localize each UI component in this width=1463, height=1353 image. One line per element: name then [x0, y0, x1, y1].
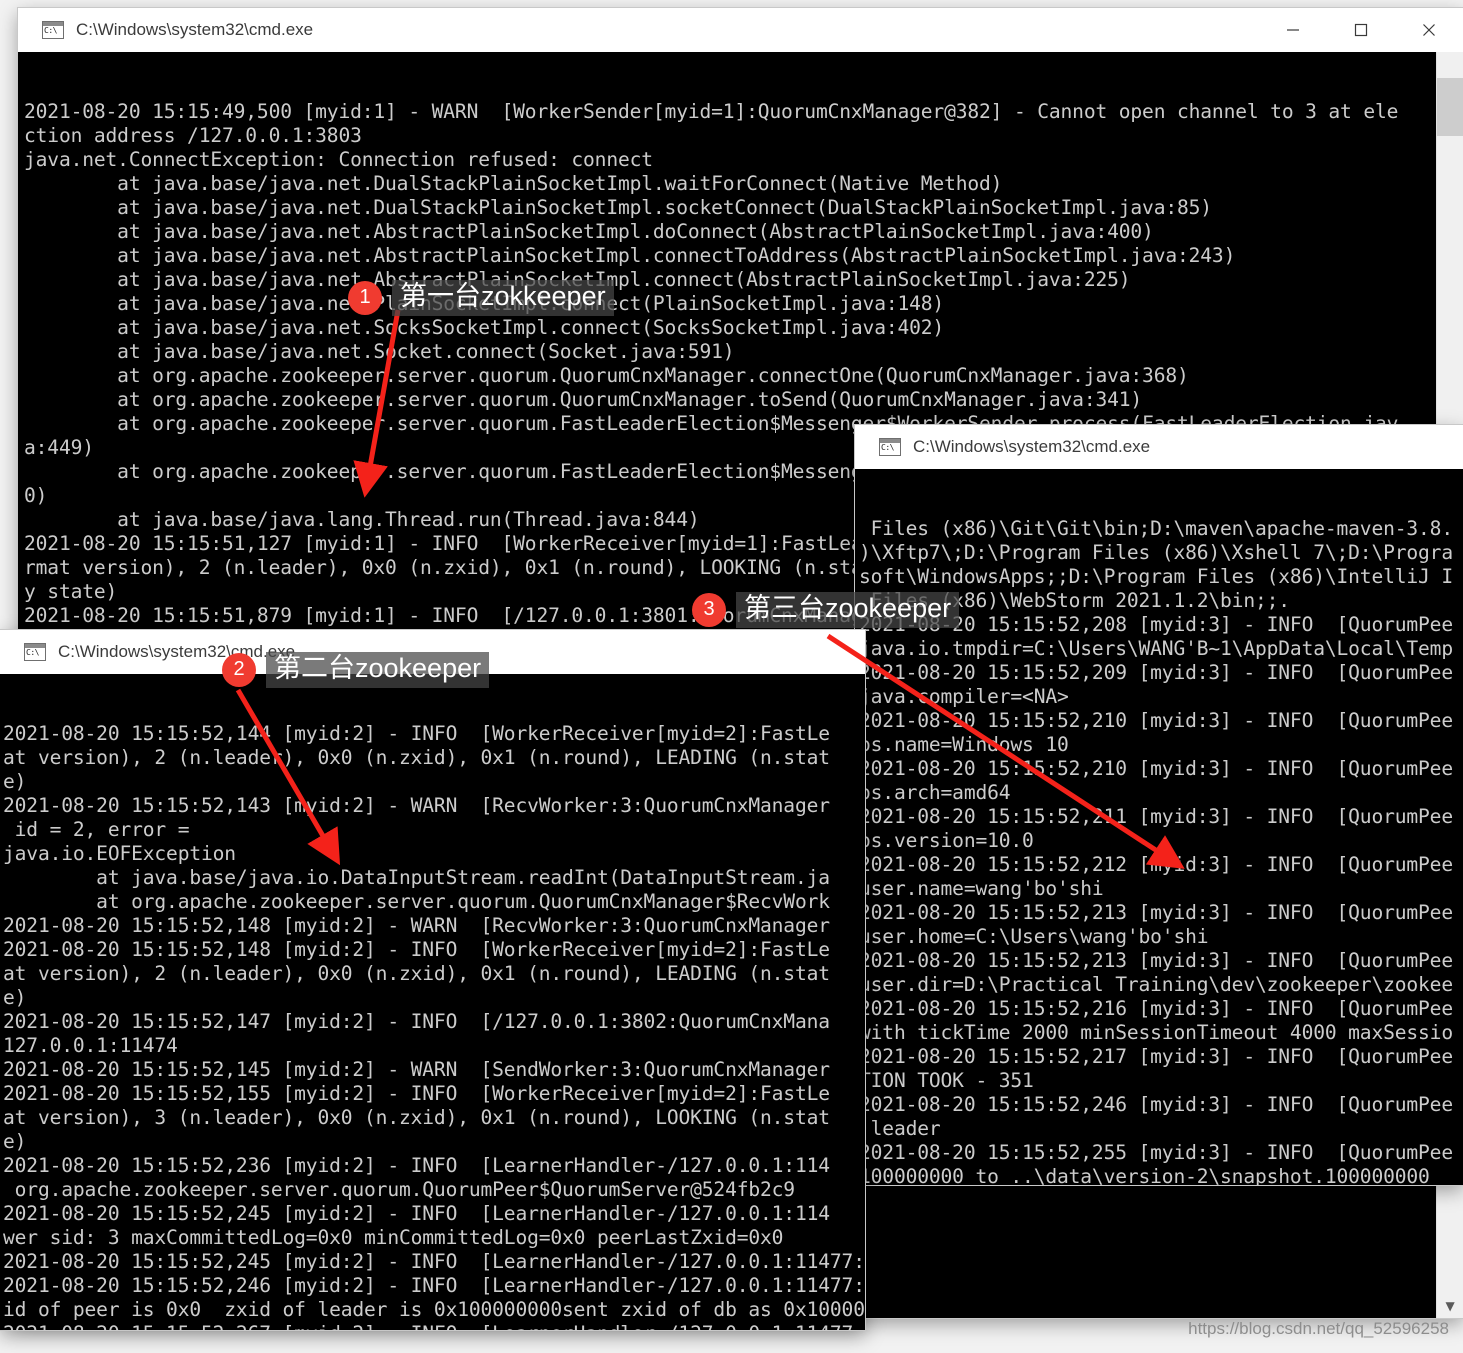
window-3-console[interactable]: Files (x86)\Git\Git\bin;D:\maven\apache-…: [855, 469, 1463, 1185]
console-line: 2021-08-20 15:15:52,246 [myid:3] - INFO …: [859, 1093, 1453, 1116]
watermark: https://blog.csdn.net/qq_52596258: [1188, 1319, 1449, 1338]
console-line: org.apache.zookeeper.server.quorum.Quoru…: [3, 1178, 795, 1201]
window-1-controls: [1259, 8, 1463, 51]
cmd-icon: [24, 642, 46, 661]
console-line: at version), 2 (n.leader), 0x0 (n.zxid),…: [3, 746, 830, 769]
console-line: TION TOOK - 351: [859, 1069, 1034, 1092]
window-1-title: C:\Windows\system32\cmd.exe: [76, 19, 314, 39]
console-line: 2021-08-20 15:15:49,500 [myid:1] - WARN …: [24, 100, 1399, 123]
console-line: 2021-08-20 15:15:52,212 [myid:3] - INFO …: [859, 853, 1453, 876]
window-2-console-text: 2021-08-20 15:15:52,144 [myid:2] - INFO …: [0, 722, 865, 1330]
cmd-window-3[interactable]: C:\Windows\system32\cmd.exe Files (x86)\…: [855, 425, 1463, 1185]
console-line: 2021-08-20 15:15:52,210 [myid:3] - INFO …: [859, 757, 1453, 780]
console-line: at org.apache.zookeeper.server.quorum.Qu…: [3, 890, 830, 913]
console-line: 2021-08-20 15:15:52,155 [myid:2] - INFO …: [3, 1082, 830, 1105]
console-line: 2021-08-20 15:15:52,216 [myid:3] - INFO …: [859, 997, 1453, 1020]
console-line: Files (x86)\Git\Git\bin;D:\maven\apache-…: [859, 517, 1453, 540]
console-line: user.home=C:\Users\wang'bo'shi: [859, 925, 1209, 948]
console-line: 2021-08-20 15:15:52,145 [myid:2] - WARN …: [3, 1058, 830, 1081]
console-line: at version), 3 (n.leader), 0x0 (n.zxid),…: [3, 1106, 830, 1129]
window-3-console-text: Files (x86)\Git\Git\bin;D:\maven\apache-…: [855, 517, 1463, 1185]
console-line: java.io.EOFException: [3, 842, 236, 865]
close-icon[interactable]: [1395, 8, 1463, 51]
scroll-down-icon[interactable]: ▼: [1437, 1293, 1463, 1318]
window-2-console[interactable]: 2021-08-20 15:15:52,144 [myid:2] - INFO …: [0, 674, 865, 1330]
console-line: 2021-08-20 15:15:52,255 [myid:3] - INFO …: [859, 1141, 1453, 1164]
window-1-titlebar[interactable]: C:\Windows\system32\cmd.exe: [18, 8, 1463, 52]
console-line: at java.base/java.net.PlainSocketImpl.co…: [24, 292, 945, 315]
console-line: 2021-08-20 15:15:52,210 [myid:3] - INFO …: [859, 709, 1453, 732]
console-line: java.io.tmpdir=C:\Users\WANG'B~1\AppData…: [859, 637, 1453, 660]
console-line: 2021-08-20 15:15:52,148 [myid:2] - INFO …: [3, 938, 830, 961]
console-line: at java.base/java.net.SocksSocketImpl.co…: [24, 316, 945, 339]
console-line: soft\WindowsApps;;D:\Program Files (x86)…: [859, 565, 1453, 588]
console-line: java.net.ConnectException: Connection re…: [24, 148, 653, 171]
maximize-icon[interactable]: [1327, 8, 1395, 51]
console-line: 2021-08-20 15:15:52,148 [myid:2] - WARN …: [3, 914, 830, 937]
cmd-window-2[interactable]: C:\Windows\system32\cmd.exe 2021-08-20 1…: [0, 630, 865, 1330]
console-line: )\Xftp7\;D:\Program Files (x86)\Xshell 7…: [859, 541, 1453, 564]
console-line: java.compiler=<NA>: [859, 685, 1069, 708]
cmd-icon: [879, 437, 901, 456]
console-line: 2021-08-20 15:15:52,267 [myid:2] - INFO …: [3, 1322, 865, 1330]
window-3-title: C:\Windows\system32\cmd.exe: [913, 436, 1151, 456]
console-line: at java.base/java.net.DualStackPlainSock…: [24, 172, 1003, 195]
console-line: at java.base/java.net.AbstractPlainSocke…: [24, 268, 1131, 291]
screenshot-root: C:\Windows\system32\cmd.exe 2021-08-20 1…: [0, 0, 1463, 1353]
console-line: id = 2, error =: [3, 818, 190, 841]
console-line: 2021-08-20 15:15:52,236 [myid:2] - INFO …: [3, 1154, 830, 1177]
console-line: 100000000 to ..\data\version-2\snapshot.…: [859, 1165, 1430, 1185]
console-line: at version), 2 (n.leader), 0x0 (n.zxid),…: [3, 962, 830, 985]
console-line: at org.apache.zookeeper.server.quorum.Qu…: [24, 388, 1143, 411]
console-line: ction address /127.0.0.1:3803: [24, 124, 362, 147]
console-line: user.dir=D:\Practical Training\dev\zooke…: [859, 973, 1453, 996]
console-line: id of peer is 0x0 zxid of leader is 0x10…: [3, 1298, 865, 1321]
console-line: with tickTime 2000 minSessionTimeout 400…: [859, 1021, 1453, 1044]
console-line: 127.0.0.1:11474: [3, 1034, 178, 1057]
console-line: os.name=Windows 10: [859, 733, 1069, 756]
console-line: at java.base/java.io.DataInputStream.rea…: [3, 866, 830, 889]
console-line: 2021-08-20 15:15:52,143 [myid:2] - WARN …: [3, 794, 830, 817]
console-line: 2021-08-20 15:15:52,213 [myid:3] - INFO …: [859, 949, 1453, 972]
minimize-icon[interactable]: [1259, 8, 1327, 51]
cmd-icon: [42, 20, 64, 39]
console-line: os.arch=amd64: [859, 781, 1011, 804]
console-line: at java.base/java.net.DualStackPlainSock…: [24, 196, 1212, 219]
console-line: user.name=wang'bo'shi: [859, 877, 1104, 900]
console-line: 2021-08-20 15:15:52,211 [myid:3] - INFO …: [859, 805, 1453, 828]
console-line: wer sid: 3 maxCommittedLog=0x0 minCommit…: [3, 1226, 784, 1249]
console-line: 2021-08-20 15:15:52,147 [myid:2] - INFO …: [3, 1010, 830, 1033]
console-line: 2021-08-20 15:15:52,245 [myid:2] - INFO …: [3, 1202, 830, 1225]
scroll-thumb[interactable]: [1437, 78, 1463, 136]
console-line: at java.base/java.net.Socket.connect(Soc…: [24, 340, 735, 363]
console-line: 2021-08-20 15:15:52,213 [myid:3] - INFO …: [859, 901, 1453, 924]
console-line: at java.base/java.net.AbstractPlainSocke…: [24, 244, 1236, 267]
console-line: 2021-08-20 15:15:52,217 [myid:3] - INFO …: [859, 1045, 1453, 1068]
console-line: 2021-08-20 15:15:52,245 [myid:2] - INFO …: [3, 1250, 865, 1273]
console-line: 2021-08-20 15:15:52,208 [myid:3] - INFO …: [859, 613, 1453, 636]
console-line: 2021-08-20 15:15:52,209 [myid:3] - INFO …: [859, 661, 1453, 684]
window-2-title: C:\Windows\system32\cmd.exe: [58, 641, 296, 661]
console-line: e): [3, 986, 27, 1009]
console-line: e): [3, 1130, 27, 1153]
window-3-titlebar[interactable]: C:\Windows\system32\cmd.exe: [855, 425, 1463, 469]
console-line: at java.base/java.net.AbstractPlainSocke…: [24, 220, 1154, 243]
console-line: leader: [859, 1117, 941, 1140]
console-line: Files (x86)\WebStorm 2021.1.2\bin;;.: [859, 589, 1290, 612]
console-line: e): [3, 770, 27, 793]
console-line: 2021-08-20 15:15:52,144 [myid:2] - INFO …: [3, 722, 830, 745]
console-line: os.version=10.0: [859, 829, 1034, 852]
console-line: 2021-08-20 15:15:52,246 [myid:2] - INFO …: [3, 1274, 865, 1297]
console-line: at org.apache.zookeeper.server.quorum.Qu…: [24, 364, 1189, 387]
window-2-titlebar[interactable]: C:\Windows\system32\cmd.exe: [0, 630, 865, 674]
